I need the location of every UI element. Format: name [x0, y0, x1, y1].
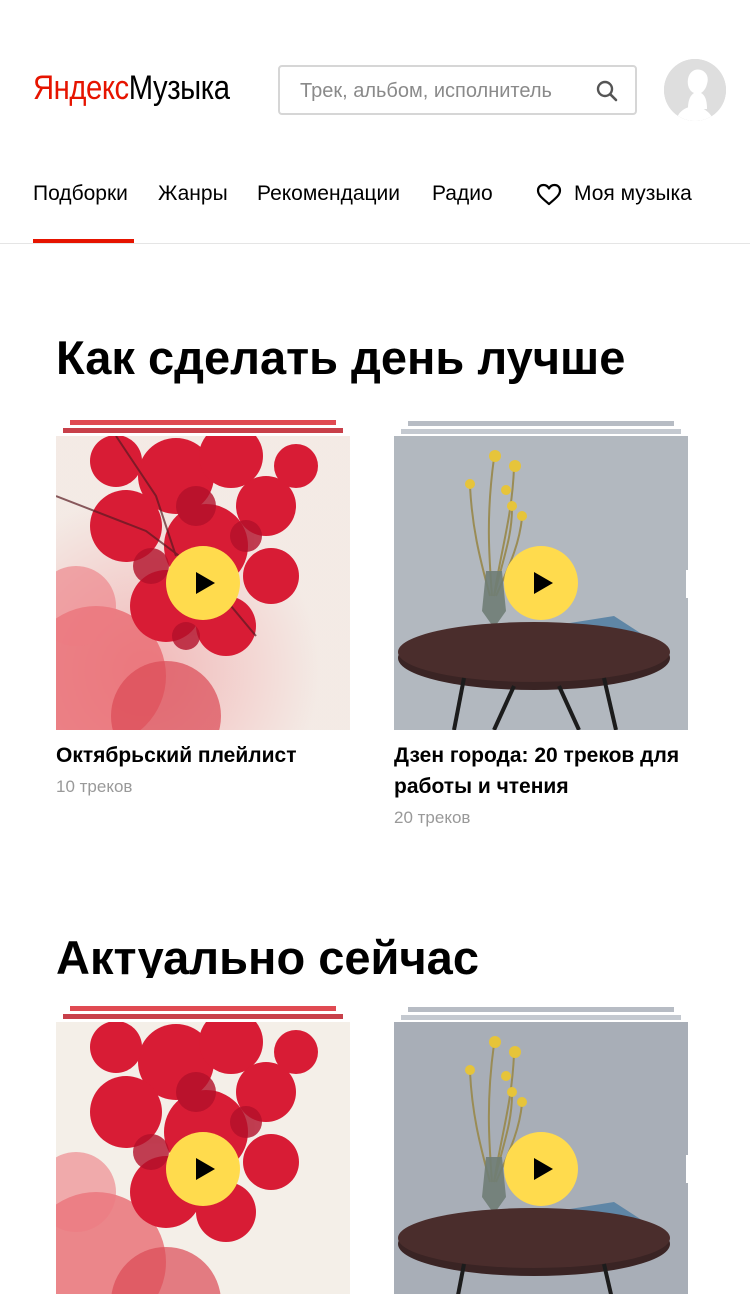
play-icon — [196, 1158, 215, 1180]
play-icon — [196, 572, 215, 594]
play-button[interactable] — [166, 1132, 240, 1206]
search-icon[interactable] — [595, 79, 619, 103]
playlist-cover[interactable] — [394, 1022, 688, 1294]
playlist-cover[interactable] — [56, 436, 350, 730]
active-tab-indicator — [33, 239, 134, 243]
section-title: Как сделать день лучше — [56, 331, 626, 384]
playlist-cover[interactable] — [394, 436, 688, 730]
track-count: 10 треков — [56, 777, 133, 796]
section-title: Актуально сейчас — [56, 931, 479, 978]
stack-edge — [408, 1007, 674, 1012]
stack-edge — [63, 1014, 343, 1019]
play-button[interactable] — [504, 1132, 578, 1206]
stack-edge — [70, 420, 336, 425]
stack-edge — [401, 1015, 681, 1020]
nav-item-recommendations[interactable]: Рекомендации — [257, 180, 400, 208]
play-icon — [534, 1158, 553, 1180]
stack-edge — [63, 428, 343, 433]
playlist-card[interactable]: Дзен города: 20 треков для работы и чтен… — [394, 420, 688, 830]
stack-edge — [408, 421, 674, 426]
heart-icon[interactable] — [536, 182, 562, 208]
header: ЯндексМузыка — [0, 0, 750, 160]
playlist-title[interactable]: Дзен города: 20 треков для работы и чтен… — [394, 740, 694, 802]
logo-music: Музыка — [128, 69, 230, 107]
logo-yandex: Яндекс — [33, 69, 129, 107]
playlist-card[interactable]: Октябрьский плейлист 10 треков — [56, 420, 350, 800]
nav-item-genres[interactable]: Жанры — [158, 180, 228, 208]
search-box — [278, 65, 637, 115]
play-button[interactable] — [166, 546, 240, 620]
playlist-card[interactable] — [394, 1006, 688, 1294]
yandex-music-logo[interactable]: ЯндексМузыка — [33, 66, 230, 110]
play-icon — [534, 572, 553, 594]
stack-edge — [401, 429, 681, 434]
avatar-icon — [664, 59, 726, 121]
next-card-peek — [686, 1155, 692, 1183]
playlist-title[interactable]: Октябрьский плейлист — [56, 740, 356, 771]
playlist-card[interactable] — [56, 1006, 350, 1294]
avatar[interactable] — [664, 59, 726, 121]
stack-edge — [70, 1006, 336, 1011]
main-nav: Подборки Жанры Рекомендации Радио Моя му… — [0, 160, 750, 244]
play-button[interactable] — [504, 546, 578, 620]
nav-item-collections[interactable]: Подборки — [33, 180, 128, 208]
playlist-cover[interactable] — [56, 1022, 350, 1294]
nav-item-my-music[interactable]: Моя музыка — [574, 180, 692, 208]
track-count: 20 треков — [394, 808, 471, 827]
search-input[interactable] — [300, 77, 580, 105]
next-card-peek — [686, 570, 692, 598]
nav-item-radio[interactable]: Радио — [432, 180, 493, 208]
